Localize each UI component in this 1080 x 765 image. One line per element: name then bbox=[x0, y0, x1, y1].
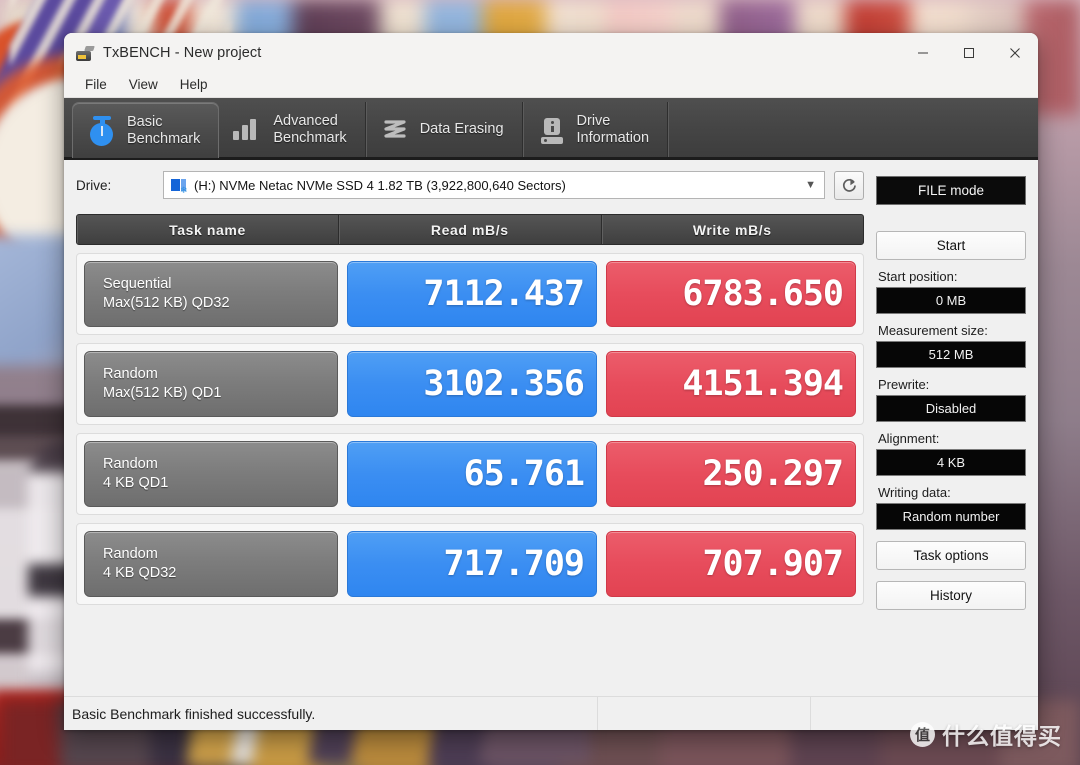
benchmark-results: Task name Read mB/s Write mB/s Sequentia… bbox=[76, 214, 864, 696]
measurement-size-label: Measurement size: bbox=[878, 323, 988, 338]
stopwatch-icon bbox=[87, 114, 117, 148]
drive-select[interactable]: ❄ (H:) NVMe Netac NVMe SSD 4 1.82 TB (3,… bbox=[163, 171, 825, 199]
refresh-icon bbox=[840, 176, 859, 195]
title-bar[interactable]: TxBENCH - New project bbox=[64, 33, 1038, 72]
write-value: 250.297 bbox=[606, 441, 856, 507]
drive-selector-row: Drive: ❄ (H:) NVMe Netac NVMe SSD 4 1.82… bbox=[76, 170, 864, 200]
task-cell[interactable]: Random 4 KB QD1 bbox=[84, 441, 338, 507]
task-options-button[interactable]: Task options bbox=[876, 541, 1026, 570]
writing-data-label: Writing data: bbox=[878, 485, 951, 500]
tab-label-drive-information: Drive Information bbox=[576, 112, 650, 146]
header-task-name: Task name bbox=[77, 215, 339, 244]
task-name-line2: 4 KB QD32 bbox=[103, 565, 177, 581]
task-name-line1: Random bbox=[103, 456, 158, 472]
history-button[interactable]: History bbox=[876, 581, 1026, 610]
main-content: Drive: ❄ (H:) NVMe Netac NVMe SSD 4 1.82… bbox=[76, 170, 864, 696]
task-cell[interactable]: Random 4 KB QD32 bbox=[84, 531, 338, 597]
results-rows: Sequential Max(512 KB) QD32 7112.437 678… bbox=[76, 253, 864, 613]
table-row: Random 4 KB QD1 65.761 250.297 bbox=[76, 433, 864, 515]
maximize-button[interactable] bbox=[946, 33, 992, 72]
menu-item-file[interactable]: File bbox=[74, 75, 118, 94]
drive-select-value: (H:) NVMe Netac NVMe SSD 4 1.82 TB (3,92… bbox=[194, 177, 566, 193]
close-button[interactable] bbox=[992, 33, 1038, 72]
writing-data-field[interactable]: Random number bbox=[876, 503, 1026, 530]
window-title: TxBENCH - New project bbox=[103, 44, 262, 61]
drive-label: Drive: bbox=[76, 177, 112, 193]
task-name-line2: Max(512 KB) QD32 bbox=[103, 295, 230, 311]
task-name-line1: Random bbox=[103, 546, 158, 562]
table-row: Random 4 KB QD32 717.709 707.907 bbox=[76, 523, 864, 605]
write-value: 6783.650 bbox=[606, 261, 856, 327]
tab-data-erasing[interactable]: Data Erasing bbox=[366, 102, 523, 157]
menu-item-view[interactable]: View bbox=[118, 75, 169, 94]
prewrite-label: Prewrite: bbox=[878, 377, 930, 392]
tab-advanced-benchmark[interactable]: Advanced Benchmark bbox=[219, 102, 366, 157]
table-row: Sequential Max(512 KB) QD32 7112.437 678… bbox=[76, 253, 864, 335]
menu-bar: File View Help bbox=[64, 72, 1038, 98]
start-position-field[interactable]: 0 MB bbox=[876, 287, 1026, 314]
tab-strip: Basic Benchmark Advanced Benchmark Data … bbox=[64, 98, 1038, 160]
drive-info-icon bbox=[537, 113, 567, 147]
watermark: 值 什么值得买 bbox=[910, 717, 1062, 751]
options-sidebar: FILE mode Start Start position: 0 MB Mea… bbox=[876, 170, 1026, 696]
start-button[interactable]: Start bbox=[876, 231, 1026, 260]
refresh-button[interactable] bbox=[834, 170, 864, 200]
minimize-button[interactable] bbox=[900, 33, 946, 72]
tab-label-basic-benchmark: Basic Benchmark bbox=[127, 113, 201, 147]
start-position-label: Start position: bbox=[878, 269, 958, 284]
header-read: Read mB/s bbox=[339, 215, 602, 244]
desktop-background: TxBENCH - New project File View Help Bas… bbox=[0, 0, 1080, 765]
table-row: Random Max(512 KB) QD1 3102.356 4151.394 bbox=[76, 343, 864, 425]
task-name-line1: Random bbox=[103, 366, 158, 382]
write-value: 707.907 bbox=[606, 531, 856, 597]
tab-label-data-erasing: Data Erasing bbox=[419, 121, 504, 137]
tab-basic-benchmark[interactable]: Basic Benchmark bbox=[72, 102, 220, 158]
eraser-squiggle-icon bbox=[380, 113, 410, 147]
watermark-text: 什么值得买 bbox=[942, 724, 1062, 750]
txbench-window: TxBENCH - New project File View Help Bas… bbox=[64, 33, 1038, 730]
window-controls bbox=[900, 33, 1038, 72]
status-segment-2 bbox=[598, 697, 811, 730]
header-write: Write mB/s bbox=[602, 215, 864, 244]
read-value: 65.761 bbox=[347, 441, 597, 507]
results-header-row: Task name Read mB/s Write mB/s bbox=[76, 214, 864, 245]
read-value: 3102.356 bbox=[347, 351, 597, 417]
app-icon bbox=[76, 44, 95, 62]
task-name-line1: Sequential bbox=[103, 276, 172, 292]
task-cell[interactable]: Sequential Max(512 KB) QD32 bbox=[84, 261, 338, 327]
bar-chart-icon bbox=[233, 113, 263, 147]
status-message: Basic Benchmark finished successfully. bbox=[64, 697, 598, 730]
watermark-logo-icon: 值 bbox=[910, 721, 935, 747]
tab-drive-information[interactable]: Drive Information bbox=[523, 102, 669, 157]
alignment-label: Alignment: bbox=[878, 431, 940, 446]
task-name-line2: Max(512 KB) QD1 bbox=[103, 385, 222, 401]
read-value: 7112.437 bbox=[347, 261, 597, 327]
chevron-down-icon: ▼ bbox=[805, 179, 816, 191]
menu-item-help[interactable]: Help bbox=[169, 75, 219, 94]
disk-drive-icon: ❄ bbox=[171, 178, 188, 195]
measurement-size-field[interactable]: 512 MB bbox=[876, 341, 1026, 368]
tab-label-advanced-benchmark: Advanced Benchmark bbox=[273, 112, 347, 146]
prewrite-field[interactable]: Disabled bbox=[876, 395, 1026, 422]
task-cell[interactable]: Random Max(512 KB) QD1 bbox=[84, 351, 338, 417]
status-bar: Basic Benchmark finished successfully. bbox=[64, 696, 1038, 730]
read-value: 717.709 bbox=[347, 531, 597, 597]
alignment-field[interactable]: 4 KB bbox=[876, 449, 1026, 476]
task-name-line2: 4 KB QD1 bbox=[103, 475, 169, 491]
window-body: Drive: ❄ (H:) NVMe Netac NVMe SSD 4 1.82… bbox=[64, 160, 1038, 696]
write-value: 4151.394 bbox=[606, 351, 856, 417]
file-mode-button[interactable]: FILE mode bbox=[876, 176, 1026, 205]
